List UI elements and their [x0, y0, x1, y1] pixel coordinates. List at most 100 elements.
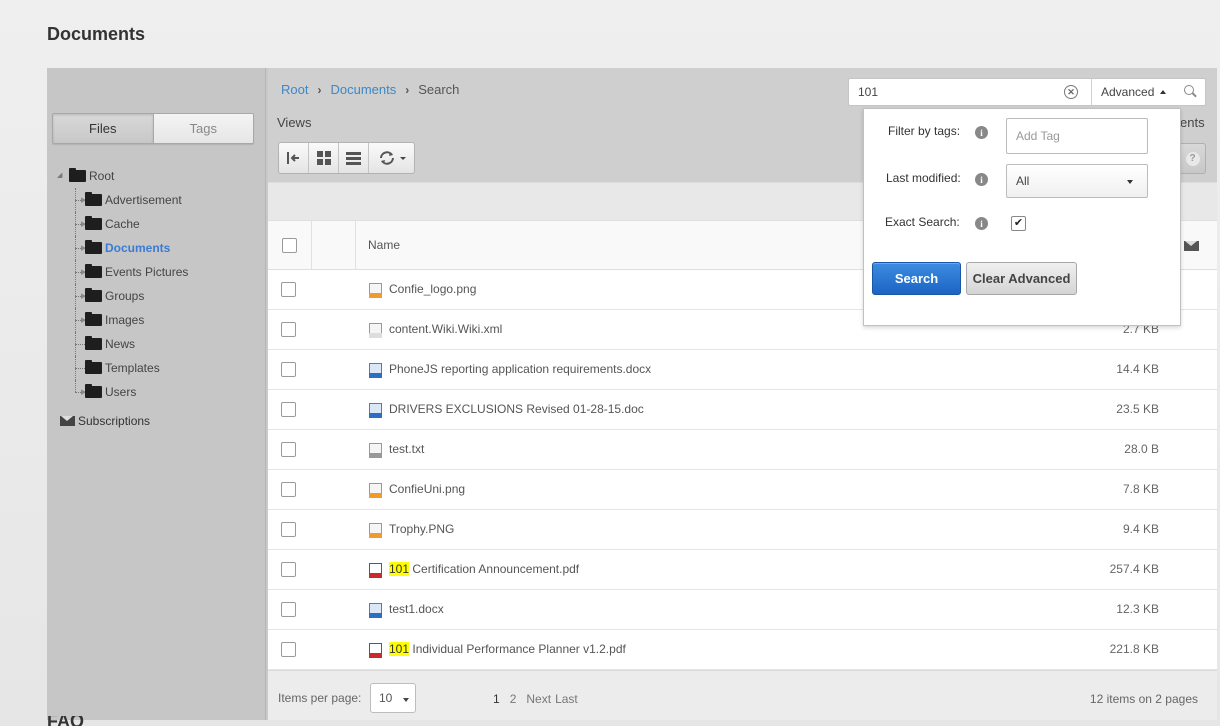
row-checkbox[interactable]: [280, 322, 296, 337]
search-input[interactable]: [849, 79, 1091, 105]
file-name[interactable]: DRIVERS EXCLUSIONS Revised 01-28-15.doc: [389, 402, 644, 416]
tab-files[interactable]: Files: [53, 114, 154, 143]
tree-node-label: Images: [105, 313, 145, 327]
folder-icon: [85, 312, 102, 326]
table-row[interactable]: test.txt 28.0 B: [268, 430, 1217, 470]
file-name-text: test.txt: [389, 442, 425, 456]
file-name[interactable]: test1.docx: [389, 602, 444, 616]
row-checkbox[interactable]: [280, 282, 296, 297]
last-page-link[interactable]: Last: [555, 692, 578, 706]
tree-node-groups[interactable]: ▶ Groups: [57, 284, 262, 308]
table-row[interactable]: PhoneJS reporting application requiremen…: [268, 350, 1217, 390]
png-file-icon: [369, 283, 382, 298]
table-row[interactable]: Trophy.PNG 9.4 KB: [268, 510, 1217, 550]
last-modified-select[interactable]: All: [1006, 164, 1148, 198]
tree-node-advertisement[interactable]: ▶ Advertisement: [57, 188, 262, 212]
tree-line: [75, 380, 76, 392]
tab-tags[interactable]: Tags: [153, 114, 253, 143]
file-name-text: ConfieUni.png: [389, 482, 466, 496]
tree-node-templates[interactable]: Templates: [57, 356, 262, 380]
doc-file-icon: [369, 363, 382, 378]
file-name[interactable]: 101 Individual Performance Planner v1.2.…: [389, 642, 626, 656]
tree-node-images[interactable]: ▶ Images: [57, 308, 262, 332]
file-name-text: Individual Performance Planner v1.2.pdf: [409, 642, 626, 656]
exact-search-checkbox[interactable]: ✔: [1011, 216, 1026, 231]
folder-icon: [85, 288, 102, 302]
clear-icon[interactable]: ✕: [1064, 85, 1078, 99]
advanced-search-panel: Filter by tags: i Last modified: i All E…: [863, 108, 1181, 326]
sync-dropdown-button[interactable]: [369, 143, 414, 173]
tree-node-label: Advertisement: [105, 193, 182, 207]
file-name[interactable]: content.Wiki.Wiki.xml: [389, 322, 502, 336]
collapse-panel-button[interactable]: [279, 143, 309, 173]
table-row[interactable]: 101 Certification Announcement.pdf 257.4 …: [268, 550, 1217, 590]
tree-node-documents[interactable]: ▶ Documents: [57, 236, 262, 260]
add-tag-input[interactable]: [1006, 118, 1148, 154]
table-row[interactable]: ConfieUni.png 7.8 KB: [268, 470, 1217, 510]
tree-node-cache[interactable]: ▶ Cache: [57, 212, 262, 236]
row-select-cell: [268, 322, 308, 337]
file-size: 12.3 KB: [1116, 602, 1159, 616]
items-per-page-value: 10: [379, 691, 393, 705]
info-icon: i: [975, 126, 988, 139]
file-name[interactable]: Trophy.PNG: [389, 522, 454, 536]
file-name-text: content.Wiki.Wiki.xml: [389, 322, 503, 336]
subscriptions-link[interactable]: Subscriptions: [60, 414, 150, 428]
tree-node-users[interactable]: ▶ Users: [57, 380, 262, 404]
page-links: 1 2 Next Last: [493, 692, 578, 706]
advanced-toggle[interactable]: Advanced: [1091, 79, 1181, 105]
search-button[interactable]: Search: [872, 262, 961, 295]
select-all-checkbox[interactable]: [282, 237, 297, 253]
table-row[interactable]: test1.docx 12.3 KB: [268, 590, 1217, 630]
folder-icon: [85, 336, 102, 350]
row-checkbox[interactable]: [280, 402, 296, 417]
search-icon[interactable]: [1184, 85, 1198, 99]
clear-advanced-button[interactable]: Clear Advanced: [966, 262, 1077, 295]
row-checkbox[interactable]: [280, 642, 296, 657]
help-button[interactable]: ?: [1180, 143, 1206, 174]
list-view-button[interactable]: [339, 143, 369, 173]
name-column-header[interactable]: Name: [356, 238, 400, 252]
select-all-cell: [268, 220, 312, 270]
file-name[interactable]: test.txt: [389, 442, 424, 456]
subscribe-header-cell[interactable]: [1184, 241, 1202, 251]
page-2[interactable]: 2: [510, 692, 517, 706]
file-name[interactable]: Confie_logo.png: [389, 282, 476, 296]
folder-tree: ◢ Root ▶ Advertisement ▶ Cache ▶ Documents ▶ Even…: [57, 164, 262, 404]
grid-view-button[interactable]: [309, 143, 339, 173]
row-checkbox[interactable]: [280, 602, 296, 617]
expanded-triangle-icon[interactable]: ◢: [57, 172, 65, 180]
file-name[interactable]: 101 Certification Announcement.pdf: [389, 562, 579, 576]
breadcrumb-root[interactable]: Root: [281, 82, 308, 97]
items-per-page-select[interactable]: 10: [370, 683, 416, 713]
advanced-label: Advanced: [1101, 85, 1155, 99]
exact-search-label: Exact Search:: [885, 215, 960, 229]
row-checkbox[interactable]: [280, 562, 296, 577]
page-1[interactable]: 1: [493, 692, 500, 706]
table-row[interactable]: 101 Individual Performance Planner v1.2.…: [268, 630, 1217, 670]
view-toolbar: [278, 142, 415, 174]
row-checkbox[interactable]: [280, 442, 296, 457]
row-checkbox[interactable]: [280, 482, 296, 497]
next-page-link[interactable]: Next: [526, 692, 551, 706]
filter-tags-label: Filter by tags:: [888, 124, 961, 138]
tree-node-label: Documents: [105, 241, 171, 255]
table-row[interactable]: DRIVERS EXCLUSIONS Revised 01-28-15.doc 2…: [268, 390, 1217, 430]
help-icon: ?: [1185, 151, 1200, 166]
tree-line: [75, 368, 85, 369]
row-checkbox[interactable]: [280, 522, 296, 537]
txt-file-icon: [369, 443, 382, 458]
search-highlight: 101: [389, 562, 410, 576]
breadcrumb-documents[interactable]: Documents: [330, 82, 396, 97]
file-name[interactable]: ConfieUni.png: [389, 482, 465, 496]
row-checkbox[interactable]: [280, 362, 296, 377]
last-modified-label: Last modified:: [886, 171, 961, 185]
tree-node-news[interactable]: News: [57, 332, 262, 356]
tree-node-label: News: [105, 337, 136, 351]
tree-node-root[interactable]: ◢ Root: [57, 164, 262, 188]
file-name[interactable]: PhoneJS reporting application requiremen…: [389, 362, 651, 376]
png-file-icon: [369, 523, 382, 538]
refresh-icon: [379, 151, 406, 165]
chevron-right-icon: ›: [405, 82, 410, 97]
tree-node-events-pictures[interactable]: ▶ Events Pictures: [57, 260, 262, 284]
